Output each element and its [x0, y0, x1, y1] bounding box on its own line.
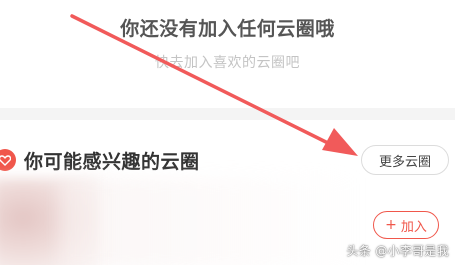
- more-circles-button[interactable]: 更多云圈: [361, 145, 449, 175]
- empty-state-title: 你还没有加入任何云圈哦: [120, 18, 335, 40]
- empty-state: 你还没有加入任何云圈哦 快去加入喜欢的云圈吧: [0, 0, 455, 108]
- circle-card-blur: [60, 178, 360, 265]
- join-button[interactable]: + 加入: [373, 211, 439, 239]
- empty-state-subtitle: 快去加入喜欢的云圈吧: [155, 55, 300, 71]
- plus-icon: +: [385, 217, 397, 233]
- join-button-label: 加入: [400, 219, 427, 235]
- section-title: 你可能感兴趣的云圈: [24, 151, 200, 173]
- section-divider: [0, 108, 455, 120]
- watermark: 头条 @小李哥是我: [346, 244, 449, 258]
- heart-icon: [0, 149, 16, 171]
